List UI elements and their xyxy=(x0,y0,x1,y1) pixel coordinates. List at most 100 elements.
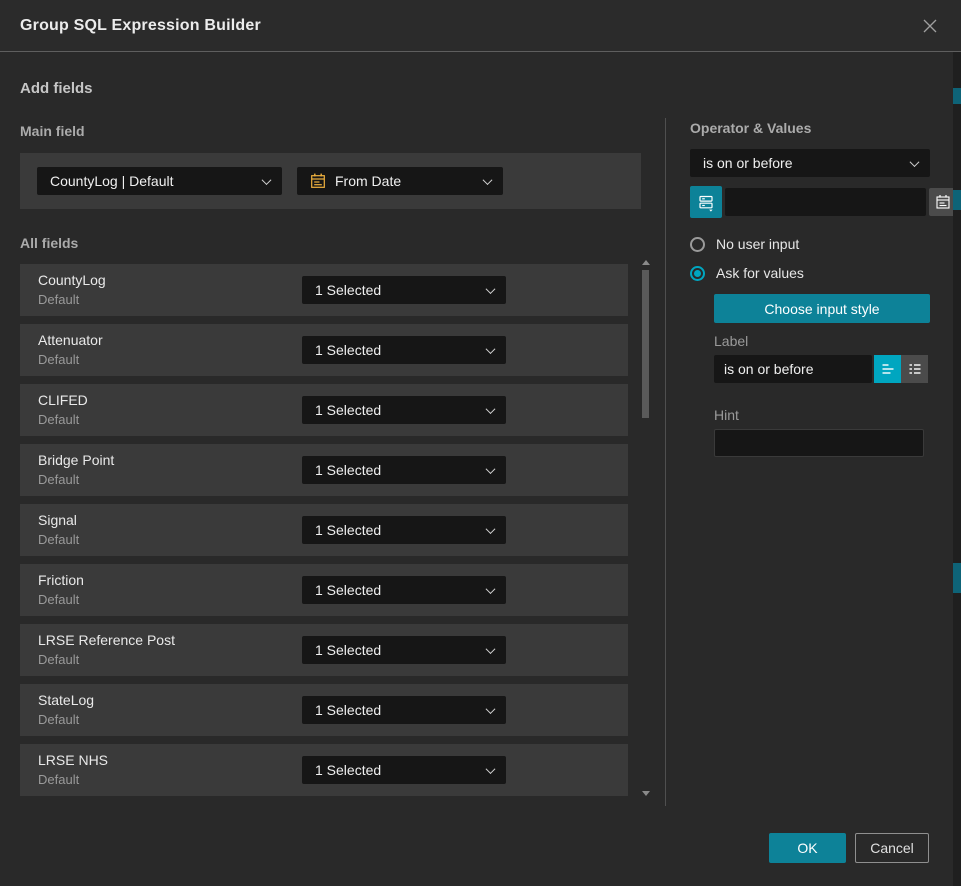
field-subtitle: Default xyxy=(38,592,79,607)
field-row: LRSE Reference Post Default 1 Selected xyxy=(20,624,628,676)
panel-divider xyxy=(665,118,666,806)
field-selection-value: 1 Selected xyxy=(315,402,479,418)
field-selection-dropdown[interactable]: 1 Selected xyxy=(302,756,506,784)
label-input[interactable] xyxy=(714,355,872,383)
field-row: Bridge Point Default 1 Selected xyxy=(20,444,628,496)
value-input[interactable] xyxy=(725,188,926,216)
field-row: Friction Default 1 Selected xyxy=(20,564,628,616)
field-selection-value: 1 Selected xyxy=(315,762,479,778)
field-subtitle: Default xyxy=(38,292,79,307)
all-fields-list: CountyLog Default 1 Selected Attenuator … xyxy=(20,264,628,804)
hint-caption: Hint xyxy=(714,407,930,423)
field-row: CLIFED Default 1 Selected xyxy=(20,384,628,436)
user-input-radio-group: No user input Ask for values xyxy=(690,236,930,281)
field-subtitle: Default xyxy=(38,352,79,367)
field-selection-value: 1 Selected xyxy=(315,582,479,598)
layer-select-value: CountyLog | Default xyxy=(50,173,255,189)
calendar-icon xyxy=(935,194,951,210)
close-icon xyxy=(921,17,939,35)
field-row: Signal Default 1 Selected xyxy=(20,504,628,556)
field-subtitle: Default xyxy=(38,652,79,667)
operator-values-heading: Operator & Values xyxy=(690,120,930,136)
background-app-edge xyxy=(953,52,961,886)
field-subtitle: Default xyxy=(38,412,79,427)
cancel-button[interactable]: Cancel xyxy=(855,833,929,863)
list-scrollbar[interactable] xyxy=(641,258,650,798)
list-icon xyxy=(907,361,923,377)
align-left-icon xyxy=(880,361,896,377)
field-selection-value: 1 Selected xyxy=(315,282,479,298)
background-accent-fragment xyxy=(953,190,961,210)
field-row: CountyLog Default 1 Selected xyxy=(20,264,628,316)
field-selection-dropdown[interactable]: 1 Selected xyxy=(302,576,506,604)
field-subtitle: Default xyxy=(38,712,79,727)
chevron-down-icon xyxy=(483,175,493,185)
radio-ask-for-values[interactable]: Ask for values xyxy=(690,265,930,281)
field-subtitle: Default xyxy=(38,772,79,787)
value-row xyxy=(690,186,930,218)
field-row: Attenuator Default 1 Selected xyxy=(20,324,628,376)
field-name: LRSE NHS xyxy=(38,752,108,768)
radio-label: Ask for values xyxy=(716,265,804,281)
radio-icon xyxy=(690,266,705,281)
chevron-down-icon xyxy=(486,524,496,534)
field-selection-value: 1 Selected xyxy=(315,462,479,478)
ok-button[interactable]: OK xyxy=(769,833,846,863)
field-row: StateLog Default 1 Selected xyxy=(20,684,628,736)
field-row: LRSE NHS Default 1 Selected xyxy=(20,744,628,796)
ask-for-values-options: Choose input style Label xyxy=(714,294,930,457)
scroll-up-icon[interactable] xyxy=(642,260,650,265)
field-selection-dropdown[interactable]: 1 Selected xyxy=(302,336,506,364)
chevron-down-icon xyxy=(486,644,496,654)
single-line-style-button[interactable] xyxy=(874,355,901,383)
chevron-down-icon xyxy=(486,344,496,354)
field-name: StateLog xyxy=(38,692,94,708)
field-select[interactable]: From Date xyxy=(297,167,503,195)
field-selection-dropdown[interactable]: 1 Selected xyxy=(302,276,506,304)
field-name: Attenuator xyxy=(38,332,103,348)
field-selection-value: 1 Selected xyxy=(315,522,479,538)
field-selection-value: 1 Selected xyxy=(315,342,479,358)
calendar-icon xyxy=(310,173,326,189)
hint-input[interactable] xyxy=(714,429,924,457)
field-selection-dropdown[interactable]: 1 Selected xyxy=(302,696,506,724)
field-selection-value: 1 Selected xyxy=(315,702,479,718)
radio-label: No user input xyxy=(716,236,799,252)
all-fields-heading: All fields xyxy=(20,235,78,251)
radio-no-user-input[interactable]: No user input xyxy=(690,236,930,252)
close-button[interactable] xyxy=(917,13,943,39)
field-selection-dropdown[interactable]: 1 Selected xyxy=(302,456,506,484)
chevron-down-icon xyxy=(486,404,496,414)
value-type-button[interactable] xyxy=(690,186,722,218)
main-field-box: CountyLog | Default From Date xyxy=(20,153,641,209)
group-sql-expression-builder-dialog: Group SQL Expression Builder Add fields … xyxy=(0,0,961,886)
chevron-down-icon xyxy=(486,464,496,474)
scroll-down-icon[interactable] xyxy=(642,791,650,796)
field-subtitle: Default xyxy=(38,532,79,547)
label-caption: Label xyxy=(714,333,930,349)
scrollbar-thumb[interactable] xyxy=(642,270,649,418)
operator-select[interactable]: is on or before xyxy=(690,149,930,177)
field-selection-value: 1 Selected xyxy=(315,642,479,658)
chevron-down-icon xyxy=(910,157,920,167)
field-name: Signal xyxy=(38,512,77,528)
field-select-value: From Date xyxy=(335,173,476,189)
field-selection-dropdown[interactable]: 1 Selected xyxy=(302,516,506,544)
label-style-segmented-control xyxy=(874,355,928,383)
chevron-down-icon xyxy=(486,704,496,714)
background-accent-fragment xyxy=(953,563,961,593)
field-selection-dropdown[interactable]: 1 Selected xyxy=(302,396,506,424)
field-selection-dropdown[interactable]: 1 Selected xyxy=(302,636,506,664)
chevron-down-icon xyxy=(486,584,496,594)
list-style-button[interactable] xyxy=(901,355,928,383)
field-name: Bridge Point xyxy=(38,452,114,468)
choose-input-style-button[interactable]: Choose input style xyxy=(714,294,930,323)
label-row xyxy=(714,355,930,383)
field-name: CLIFED xyxy=(38,392,88,408)
field-name: LRSE Reference Post xyxy=(38,632,175,648)
operator-values-panel: Operator & Values is on or before xyxy=(690,120,930,457)
operator-select-value: is on or before xyxy=(703,155,903,171)
layer-select[interactable]: CountyLog | Default xyxy=(37,167,282,195)
radio-icon xyxy=(690,237,705,252)
chevron-down-icon xyxy=(486,764,496,774)
